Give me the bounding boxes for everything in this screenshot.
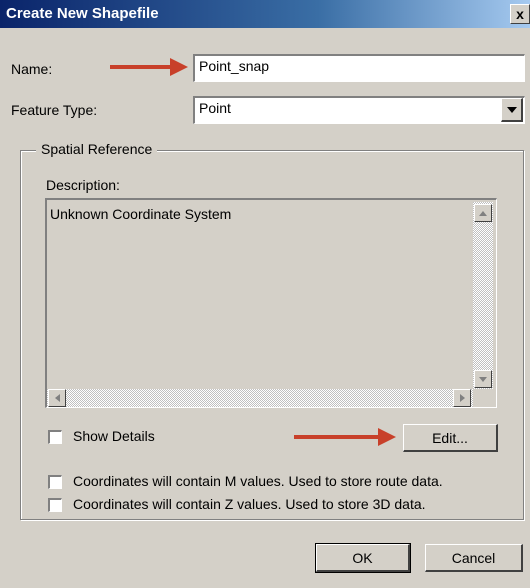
cancel-button[interactable]: Cancel xyxy=(425,544,523,572)
title-bar: Create New Shapefile x xyxy=(0,0,530,28)
close-button[interactable]: x xyxy=(510,4,530,24)
vertical-scrollbar[interactable] xyxy=(473,202,493,390)
z-values-checkbox[interactable] xyxy=(48,498,62,512)
edit-button[interactable]: Edit... xyxy=(403,424,498,452)
ok-button[interactable]: OK xyxy=(315,543,411,573)
scroll-left-button[interactable] xyxy=(48,389,66,407)
window-title: Create New Shapefile xyxy=(6,5,159,22)
chevron-up-icon xyxy=(479,210,487,216)
z-values-label: Coordinates will contain Z values. Used … xyxy=(73,496,426,512)
scroll-up-button[interactable] xyxy=(474,204,492,222)
cancel-button-label: Cancel xyxy=(451,549,496,566)
feature-type-select[interactable]: Point xyxy=(193,96,525,124)
ok-button-label: OK xyxy=(352,549,373,566)
name-label: Name: xyxy=(11,61,53,77)
close-icon: x xyxy=(516,6,524,22)
feature-type-dropdown-button[interactable] xyxy=(501,98,523,122)
description-text: Unknown Coordinate System xyxy=(50,206,232,222)
show-details-checkbox[interactable] xyxy=(48,430,62,444)
chevron-down-icon xyxy=(479,376,487,382)
chevron-right-icon xyxy=(459,394,465,402)
m-values-checkbox[interactable] xyxy=(48,475,62,489)
scroll-down-button[interactable] xyxy=(474,370,492,388)
description-textarea[interactable]: Unknown Coordinate System xyxy=(45,198,497,408)
feature-type-label: Feature Type: xyxy=(11,102,98,118)
annotation-arrow-icon xyxy=(294,428,396,446)
description-label: Description: xyxy=(46,177,120,193)
horizontal-scrollbar[interactable] xyxy=(47,389,473,407)
spatial-reference-title: Spatial Reference xyxy=(36,141,158,157)
feature-type-value: Point xyxy=(199,100,231,116)
scroll-right-button[interactable] xyxy=(453,389,471,407)
chevron-down-icon xyxy=(506,106,517,113)
chevron-left-icon xyxy=(54,394,60,402)
name-input-value: Point_snap xyxy=(199,58,270,74)
annotation-arrow-icon xyxy=(110,58,188,76)
show-details-label: Show Details xyxy=(73,428,155,444)
scrollbar-corner xyxy=(473,389,493,407)
name-input[interactable]: Point_snap xyxy=(193,54,525,82)
edit-button-label: Edit... xyxy=(432,429,468,446)
m-values-label: Coordinates will contain M values. Used … xyxy=(73,473,443,489)
